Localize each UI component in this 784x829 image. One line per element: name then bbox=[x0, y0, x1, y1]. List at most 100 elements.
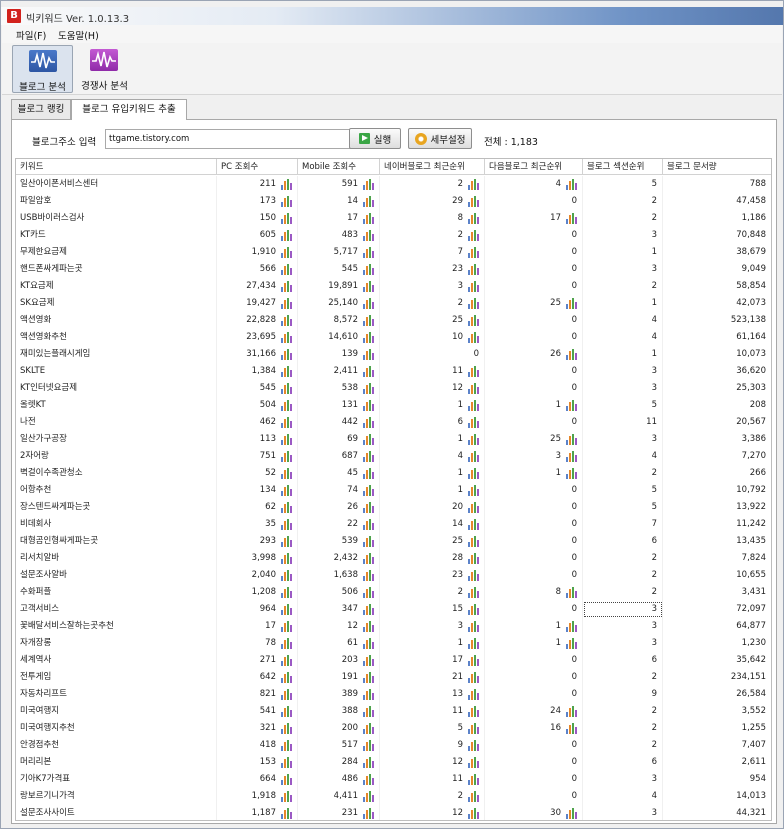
cell-doc-count[interactable]: 10,792 bbox=[663, 482, 771, 499]
cell-daum-rank[interactable]: 0 bbox=[485, 601, 583, 618]
cell-section-rank[interactable]: 1 bbox=[583, 295, 663, 312]
bar-chart-icon[interactable] bbox=[566, 179, 579, 190]
cell-daum-rank[interactable]: 0 bbox=[485, 261, 583, 278]
bar-chart-icon[interactable] bbox=[281, 451, 294, 462]
cell-doc-count[interactable]: 788 bbox=[663, 176, 771, 193]
table-row[interactable]: KT인터넷요금제 545 538 12 0 3 25,303 bbox=[16, 380, 771, 397]
cell-section-rank[interactable]: 3 bbox=[583, 618, 663, 635]
cell-daum-rank[interactable]: 0 bbox=[485, 533, 583, 550]
table-row[interactable]: 일산아이폰서비스센터 211 591 2 4 5 788 bbox=[16, 176, 771, 193]
cell-mobile-views[interactable]: 545 bbox=[298, 261, 380, 278]
cell-daum-rank[interactable]: 0 bbox=[485, 227, 583, 244]
cell-mobile-views[interactable]: 442 bbox=[298, 414, 380, 431]
cell-mobile-views[interactable]: 8,572 bbox=[298, 312, 380, 329]
bar-chart-icon[interactable] bbox=[363, 332, 376, 343]
cell-naver-rank[interactable]: 13 bbox=[380, 686, 485, 703]
cell-daum-rank[interactable]: 1 bbox=[485, 635, 583, 652]
bar-chart-icon[interactable] bbox=[468, 281, 481, 292]
cell-doc-count[interactable]: 44,321 bbox=[663, 805, 771, 820]
cell-naver-rank[interactable]: 21 bbox=[380, 669, 485, 686]
bar-chart-icon[interactable] bbox=[468, 570, 481, 581]
cell-keyword[interactable]: 세계역사 bbox=[16, 652, 217, 669]
cell-keyword[interactable]: KT요금제 bbox=[16, 278, 217, 295]
bar-chart-icon[interactable] bbox=[281, 791, 294, 802]
bar-chart-icon[interactable] bbox=[468, 740, 481, 751]
cell-keyword[interactable]: KT카드 bbox=[16, 227, 217, 244]
cell-naver-rank[interactable]: 11 bbox=[380, 363, 485, 380]
cell-daum-rank[interactable]: 1 bbox=[485, 465, 583, 482]
table-row[interactable]: 설문조사사이트 1,187 231 12 30 3 44,321 bbox=[16, 805, 771, 820]
cell-doc-count[interactable]: 11,242 bbox=[663, 516, 771, 533]
bar-chart-icon[interactable] bbox=[281, 366, 294, 377]
cell-keyword[interactable]: 장스텐드싸게파는곳 bbox=[16, 499, 217, 516]
bar-chart-icon[interactable] bbox=[566, 808, 579, 819]
bar-chart-icon[interactable] bbox=[468, 757, 481, 768]
cell-doc-count[interactable]: 36,620 bbox=[663, 363, 771, 380]
bar-chart-icon[interactable] bbox=[566, 298, 579, 309]
bar-chart-icon[interactable] bbox=[363, 349, 376, 360]
cell-doc-count[interactable]: 72,097 bbox=[663, 601, 771, 618]
bar-chart-icon[interactable] bbox=[363, 366, 376, 377]
bar-chart-icon[interactable] bbox=[281, 281, 294, 292]
cell-naver-rank[interactable]: 12 bbox=[380, 754, 485, 771]
cell-section-rank[interactable]: 2 bbox=[583, 278, 663, 295]
cell-keyword[interactable]: 자동차리프트 bbox=[16, 686, 217, 703]
bar-chart-icon[interactable] bbox=[363, 791, 376, 802]
cell-mobile-views[interactable]: 539 bbox=[298, 533, 380, 550]
bar-chart-icon[interactable] bbox=[281, 502, 294, 513]
bar-chart-icon[interactable] bbox=[363, 553, 376, 564]
bar-chart-icon[interactable] bbox=[363, 604, 376, 615]
cell-section-rank[interactable]: 7 bbox=[583, 516, 663, 533]
cell-mobile-views[interactable]: 131 bbox=[298, 397, 380, 414]
cell-doc-count[interactable]: 26,584 bbox=[663, 686, 771, 703]
cell-naver-rank[interactable]: 1 bbox=[380, 482, 485, 499]
cell-daum-rank[interactable]: 0 bbox=[485, 788, 583, 805]
cell-naver-rank[interactable]: 5 bbox=[380, 720, 485, 737]
cell-doc-count[interactable]: 1,186 bbox=[663, 210, 771, 227]
cell-mobile-views[interactable]: 687 bbox=[298, 448, 380, 465]
bar-chart-icon[interactable] bbox=[281, 740, 294, 751]
bar-chart-icon[interactable] bbox=[281, 400, 294, 411]
cell-keyword[interactable]: 무제한요금제 bbox=[16, 244, 217, 261]
cell-section-rank[interactable]: 3 bbox=[583, 363, 663, 380]
cell-section-rank[interactable]: 4 bbox=[583, 448, 663, 465]
table-row[interactable]: KT카드 605 483 2 0 3 70,848 bbox=[16, 227, 771, 244]
bar-chart-icon[interactable] bbox=[468, 689, 481, 700]
bar-chart-icon[interactable] bbox=[281, 723, 294, 734]
cell-daum-rank[interactable]: 0 bbox=[485, 686, 583, 703]
bar-chart-icon[interactable] bbox=[468, 332, 481, 343]
cell-pc-views[interactable]: 541 bbox=[217, 703, 298, 720]
cell-pc-views[interactable]: 211 bbox=[217, 176, 298, 193]
cell-section-rank[interactable]: 4 bbox=[583, 329, 663, 346]
cell-doc-count[interactable]: 3,386 bbox=[663, 431, 771, 448]
table-row[interactable]: 미국여행지 541 388 11 24 2 3,552 bbox=[16, 703, 771, 720]
bar-chart-icon[interactable] bbox=[363, 723, 376, 734]
bar-chart-icon[interactable] bbox=[566, 638, 579, 649]
cell-section-rank[interactable]: 1 bbox=[583, 244, 663, 261]
table-row[interactable]: 어항추천 134 74 1 0 5 10,792 bbox=[16, 482, 771, 499]
cell-mobile-views[interactable]: 14 bbox=[298, 193, 380, 210]
bar-chart-icon[interactable] bbox=[468, 536, 481, 547]
cell-naver-rank[interactable]: 2 bbox=[380, 227, 485, 244]
bar-chart-icon[interactable] bbox=[281, 757, 294, 768]
table-row[interactable]: 나전 462 442 6 0 11 20,567 bbox=[16, 414, 771, 431]
bar-chart-icon[interactable] bbox=[468, 451, 481, 462]
bar-chart-icon[interactable] bbox=[281, 553, 294, 564]
bar-chart-icon[interactable] bbox=[468, 179, 481, 190]
cell-mobile-views[interactable]: 2,432 bbox=[298, 550, 380, 567]
cell-pc-views[interactable]: 19,427 bbox=[217, 295, 298, 312]
bar-chart-icon[interactable] bbox=[281, 570, 294, 581]
bar-chart-icon[interactable] bbox=[363, 570, 376, 581]
cell-daum-rank[interactable]: 26 bbox=[485, 346, 583, 363]
cell-section-rank[interactable]: 3 bbox=[583, 227, 663, 244]
cell-mobile-views[interactable]: 12 bbox=[298, 618, 380, 635]
bar-chart-icon[interactable] bbox=[281, 638, 294, 649]
cell-naver-rank[interactable]: 17 bbox=[380, 652, 485, 669]
menu-help[interactable]: 도움말(H) bbox=[58, 28, 99, 42]
keyword-table[interactable]: 키워드 PC 조회수 Mobile 조회수 네이버블로그 최근순위 다음블로그 최근순위… bbox=[15, 158, 772, 821]
cell-doc-count[interactable]: 20,567 bbox=[663, 414, 771, 431]
cell-pc-views[interactable]: 62 bbox=[217, 499, 298, 516]
table-row[interactable]: 전투게임 642 191 21 0 2 234,151 bbox=[16, 669, 771, 686]
cell-doc-count[interactable]: 47,458 bbox=[663, 193, 771, 210]
cell-mobile-views[interactable]: 506 bbox=[298, 584, 380, 601]
